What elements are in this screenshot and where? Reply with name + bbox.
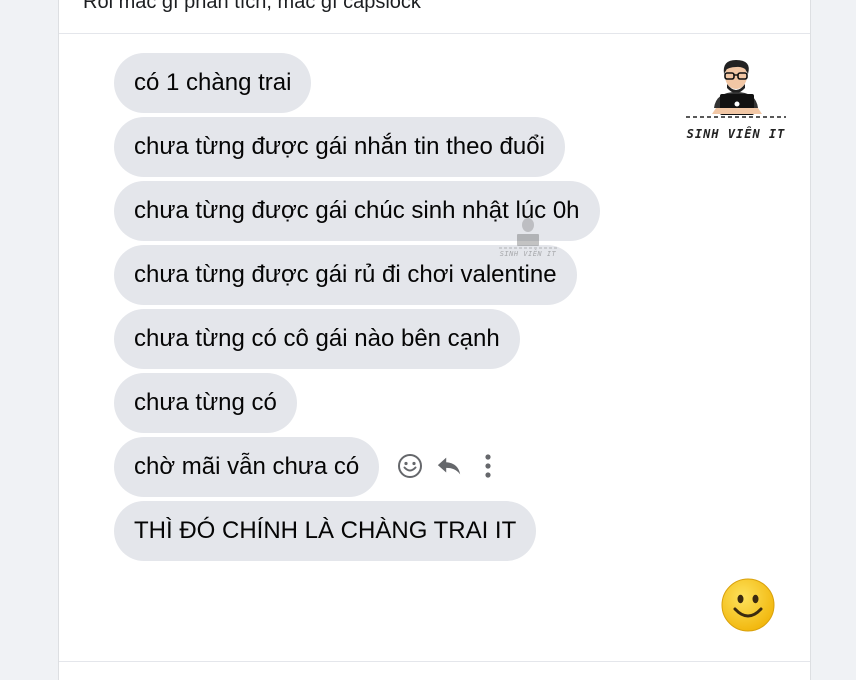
message-bubble[interactable]: có 1 chàng trai [114,53,312,113]
logo-text: SINH VIÊN IT [686,127,786,141]
more-options-icon[interactable] [475,453,501,479]
sinh-vien-it-logo: SINH VIÊN IT [680,58,792,148]
message-actions [397,449,514,483]
divider [59,661,810,662]
reply-icon[interactable] [436,453,462,479]
message-bubble[interactable]: chờ mãi vẫn chưa có [114,437,380,497]
message-bubble[interactable]: chưa từng được gái nhắn tin theo đuổi [114,117,565,177]
slightly-smiling-face-icon [721,578,775,632]
programmer-avatar-icon [686,60,786,118]
message-bubble[interactable]: THÌ ĐÓ CHÍNH LÀ CHÀNG TRAI IT [114,501,537,561]
watermark: SINH VIÊN IT [495,216,561,262]
message-bubble[interactable]: chưa từng có cô gái nào bên cạnh [114,309,520,369]
message-bubble[interactable]: chưa từng có [114,373,297,433]
divider [59,33,810,34]
smiley-react-icon[interactable] [397,453,423,479]
post-caption: Rồi mắc gì phân tích, mắc gì capslock [83,0,421,13]
watermark-avatar-icon [499,218,557,249]
post-card: Rồi mắc gì phân tích, mắc gì capslock có… [58,0,811,680]
watermark-text: SINH VIÊN IT [499,250,557,258]
